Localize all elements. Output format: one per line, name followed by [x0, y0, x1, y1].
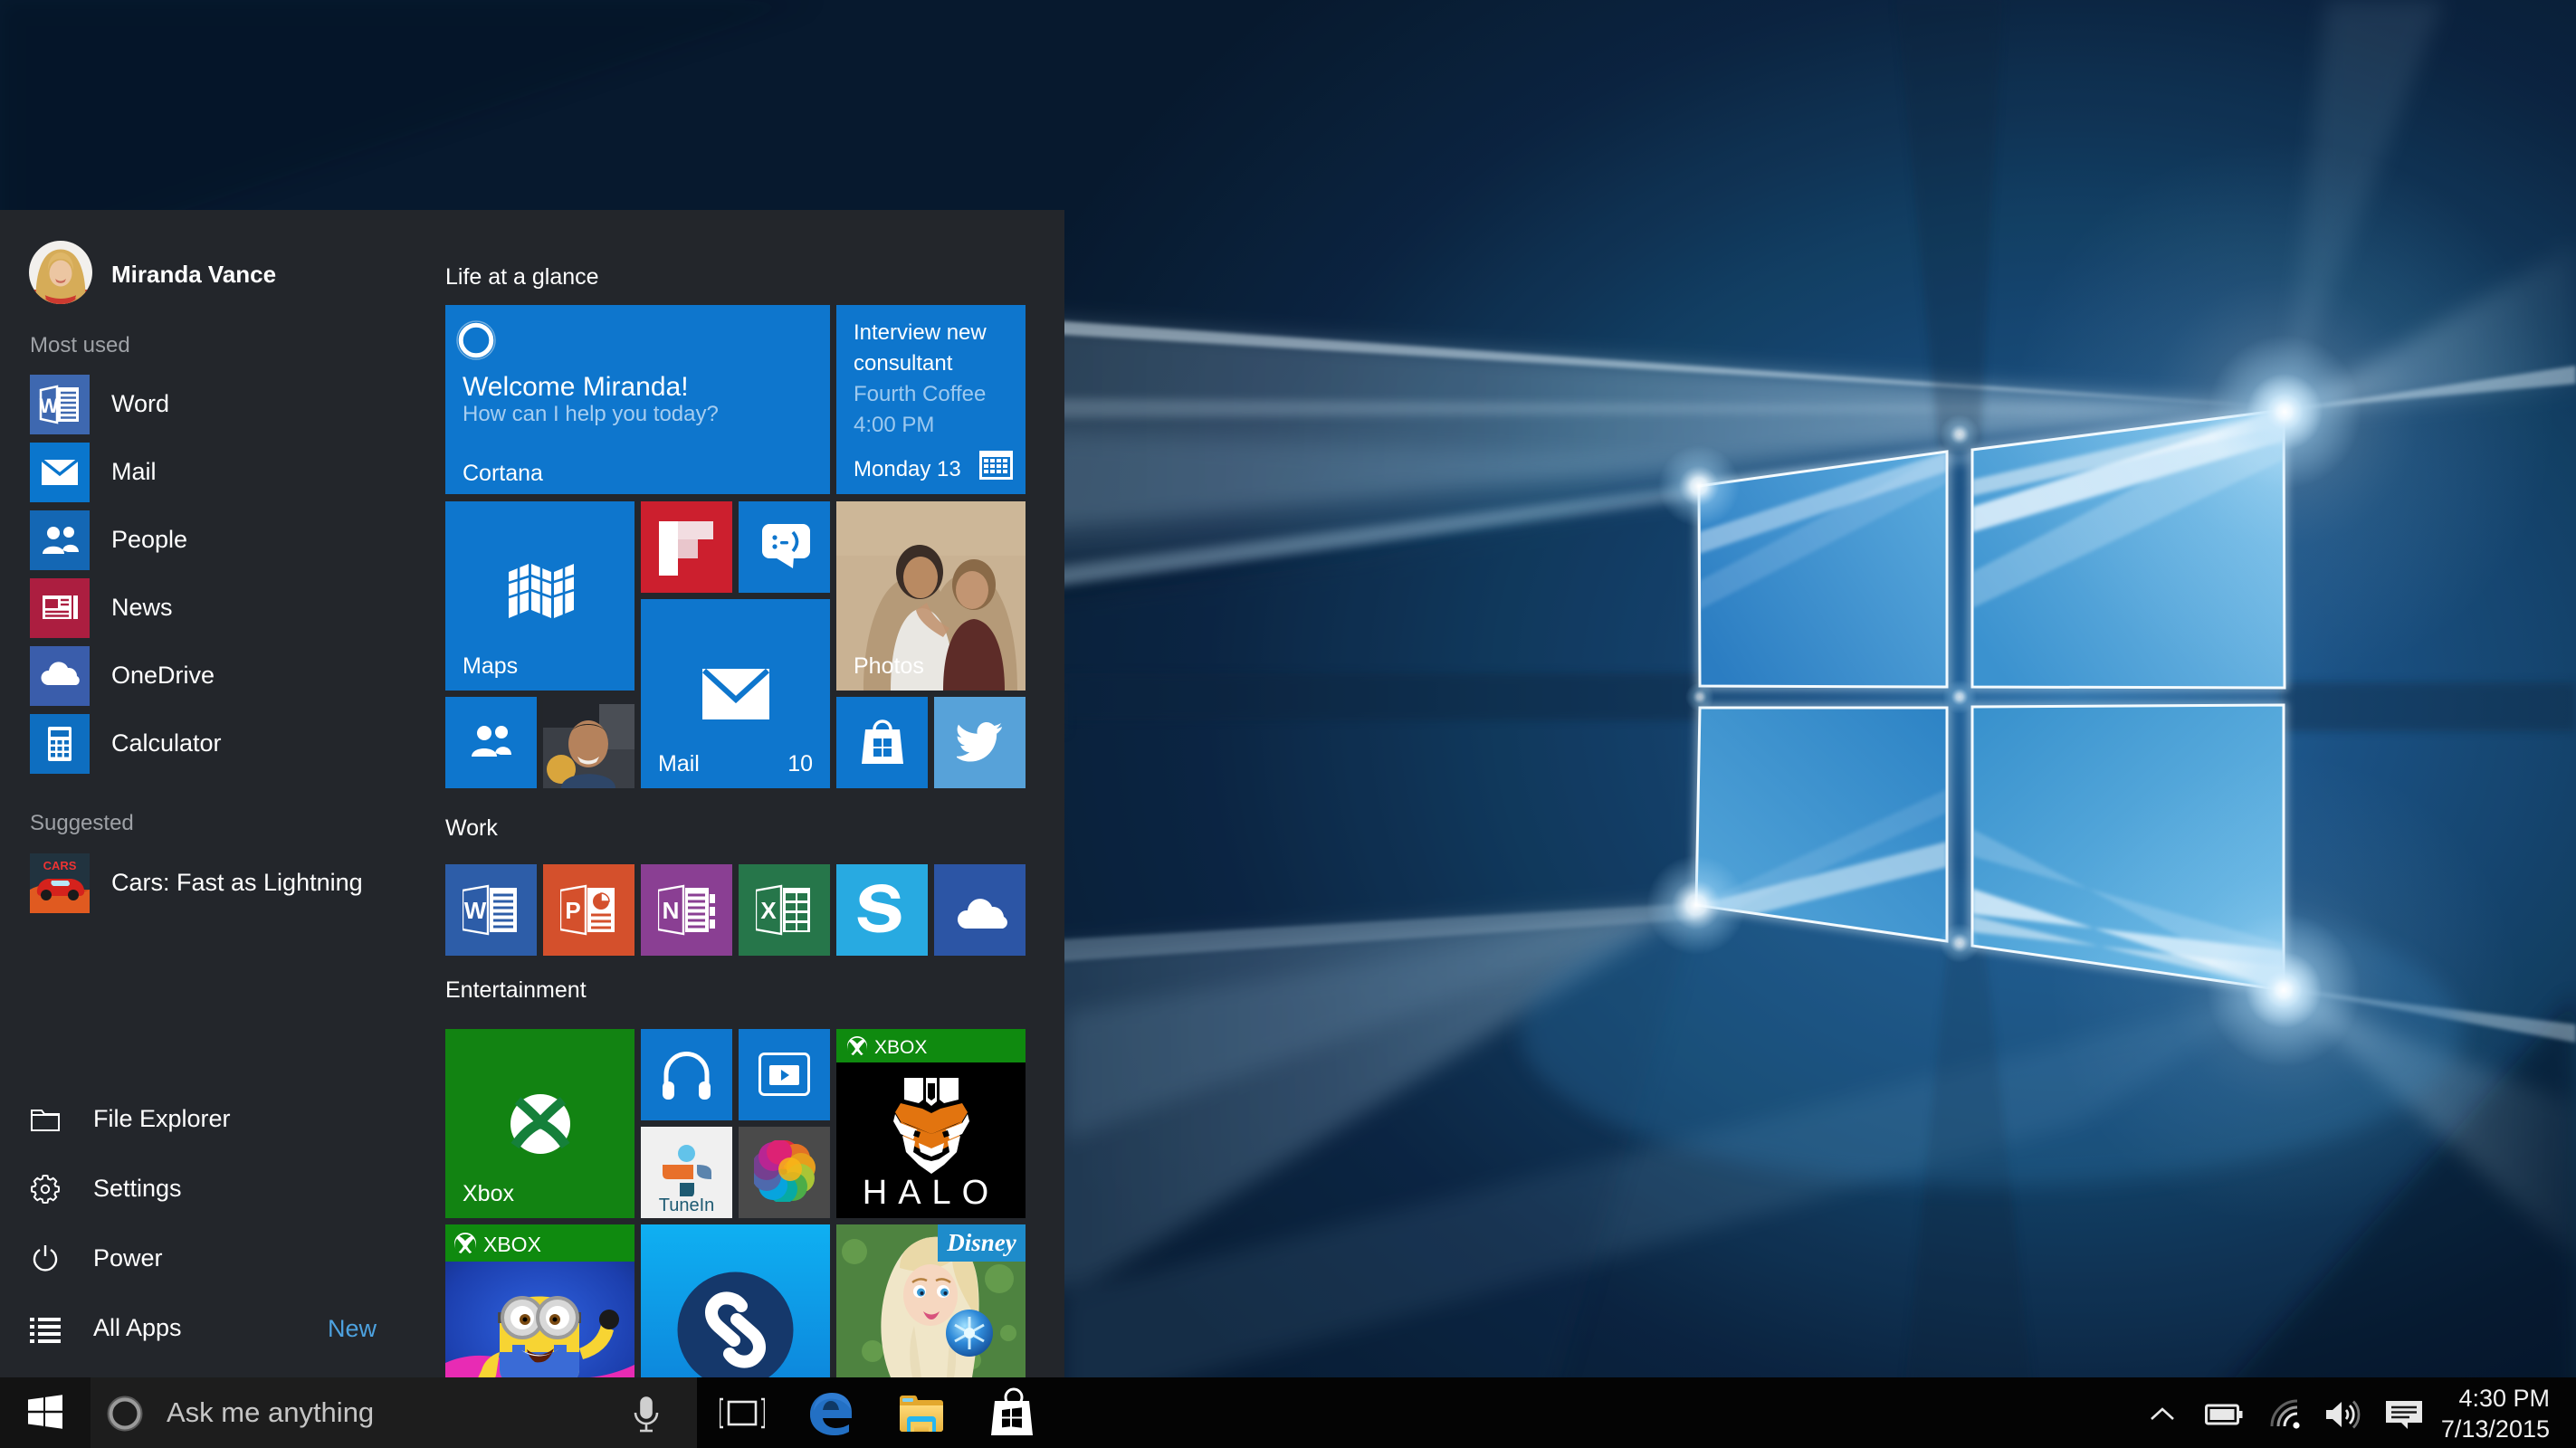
- svg-text:W: W: [464, 897, 487, 924]
- svg-text:N: N: [663, 897, 680, 924]
- svg-text:W: W: [40, 395, 59, 417]
- svg-text:X: X: [760, 897, 777, 924]
- svg-text:XBOX: XBOX: [483, 1233, 541, 1256]
- svg-text:XBOX: XBOX: [874, 1037, 927, 1058]
- svg-text:P: P: [565, 897, 580, 924]
- svg-text:CARS: CARS: [43, 859, 77, 872]
